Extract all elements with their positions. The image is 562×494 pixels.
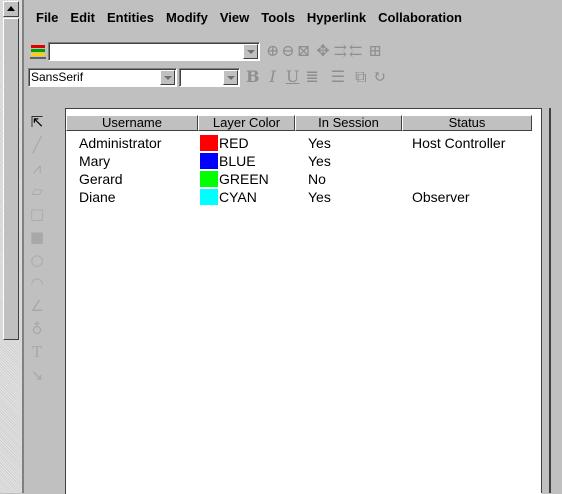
layer-color-cell: BLUE xyxy=(198,152,295,170)
layers-icon[interactable] xyxy=(30,43,46,59)
menu-edit[interactable]: Edit xyxy=(64,10,101,25)
menu-view[interactable]: View xyxy=(214,10,255,25)
select-arrow-icon[interactable]: ⇱ xyxy=(24,110,50,133)
menu-tools[interactable]: Tools xyxy=(255,10,301,25)
align-left-icon[interactable]: ⇉ xyxy=(334,41,347,61)
column-header-username[interactable]: Username xyxy=(66,115,198,131)
table-row[interactable]: Administrator RED Yes Host Controller xyxy=(66,134,532,152)
table-row[interactable]: Gerard GREEN No xyxy=(66,170,532,188)
rectangle-icon[interactable]: □ xyxy=(24,202,50,225)
table-body: Administrator RED Yes Host Controller Ma… xyxy=(66,134,532,206)
filled-rectangle-icon[interactable]: ■ xyxy=(24,225,50,248)
menu-hyperlink[interactable]: Hyperlink xyxy=(301,10,372,25)
username-cell: Diane xyxy=(79,189,116,205)
arc-icon[interactable]: ◠ xyxy=(24,271,50,294)
column-header-status[interactable]: Status xyxy=(402,115,532,131)
status-cell: Observer xyxy=(412,189,470,205)
delete-icon[interactable]: ⊠ xyxy=(297,41,310,61)
tool-palette: ⇱ ╱ ⩘ ▱ □ ■ ○ ◠ ∠ ♁ T ↘ xyxy=(24,110,50,493)
color-swatch xyxy=(200,171,218,187)
chevron-down-icon[interactable] xyxy=(243,43,258,59)
menu-collaboration[interactable]: Collaboration xyxy=(372,10,468,25)
align-center-icon[interactable]: ☰ xyxy=(331,67,345,87)
strikethrough-icon[interactable]: ≣ xyxy=(305,67,318,87)
text-icon[interactable]: T xyxy=(24,340,50,363)
polyline-icon[interactable]: ⩘ xyxy=(24,156,50,179)
rotate-icon[interactable]: ↻ xyxy=(373,67,386,87)
zoom-out-icon[interactable]: ⊖ xyxy=(281,41,294,61)
layer-select[interactable] xyxy=(48,41,260,61)
status-cell xyxy=(402,170,532,188)
username-cell: Gerard xyxy=(79,171,123,187)
vertical-scrollbar[interactable] xyxy=(0,0,22,493)
layer-color-cell: GREEN xyxy=(198,170,295,188)
layer-color-cell: CYAN xyxy=(198,188,295,206)
color-swatch xyxy=(200,135,218,151)
group-icon[interactable]: ⧉ xyxy=(355,67,366,87)
italic-icon[interactable]: I xyxy=(270,67,276,87)
username-cell: Mary xyxy=(79,153,111,169)
menu-entities[interactable]: Entities xyxy=(101,10,160,25)
username-cell: Administrator xyxy=(79,135,162,151)
chevron-down-icon[interactable] xyxy=(160,69,175,85)
layer-color-cell: RED xyxy=(198,134,295,152)
font-family-select[interactable]: SansSerif xyxy=(28,67,177,87)
menu-bar: File Edit Entities Modify View Tools Hyp… xyxy=(24,0,562,34)
status-cell xyxy=(402,152,532,170)
table-row[interactable]: Mary BLUE Yes xyxy=(66,152,532,170)
line-icon[interactable]: ╱ xyxy=(24,133,50,156)
font-size-select[interactable] xyxy=(179,67,240,87)
status-cell: Host Controller xyxy=(412,135,506,151)
curve-icon[interactable]: ∠ xyxy=(24,294,50,317)
chevron-down-icon[interactable] xyxy=(223,69,238,85)
in-session-cell: Yes xyxy=(308,153,331,169)
column-header-in-session[interactable]: In Session xyxy=(295,115,402,131)
align-right-icon[interactable]: ⇇ xyxy=(349,41,362,61)
collaboration-users-table: Username Layer Color In Session Status A… xyxy=(65,108,542,494)
distribute-icon[interactable]: ⊞ xyxy=(368,41,381,61)
in-session-cell: Yes xyxy=(308,189,331,205)
lasso-icon[interactable]: ♁ xyxy=(24,317,50,340)
move-icon[interactable]: ✥ xyxy=(316,41,329,61)
table-row[interactable]: Diane CYAN Yes Observer xyxy=(66,188,532,206)
scroll-up-arrow-icon[interactable] xyxy=(3,1,19,17)
underline-icon[interactable]: U xyxy=(286,67,299,87)
color-swatch xyxy=(200,153,218,169)
layer-toolbar: ⊕ ⊖ ⊠ ✥ ⇉ ⇇ ⊞ xyxy=(24,38,562,64)
dimension-icon[interactable]: ↘ xyxy=(24,363,50,386)
column-header-layer-color[interactable]: Layer Color xyxy=(198,115,295,131)
scroll-thumb[interactable] xyxy=(3,18,19,340)
in-session-cell: No xyxy=(308,171,326,187)
in-session-cell: Yes xyxy=(308,135,331,151)
bold-icon[interactable]: B xyxy=(246,67,260,87)
polygon-icon[interactable]: ▱ xyxy=(24,179,50,202)
table-header: Username Layer Color In Session Status xyxy=(66,115,532,131)
color-swatch xyxy=(200,189,218,205)
circle-icon[interactable]: ○ xyxy=(24,248,50,271)
menu-file[interactable]: File xyxy=(24,10,64,25)
zoom-in-icon[interactable]: ⊕ xyxy=(266,41,279,61)
panel-frame-edge xyxy=(549,108,551,493)
font-toolbar: SansSerif B I U ≣ ☰ ⧉ ↻ xyxy=(24,64,562,90)
menu-modify[interactable]: Modify xyxy=(160,10,214,25)
